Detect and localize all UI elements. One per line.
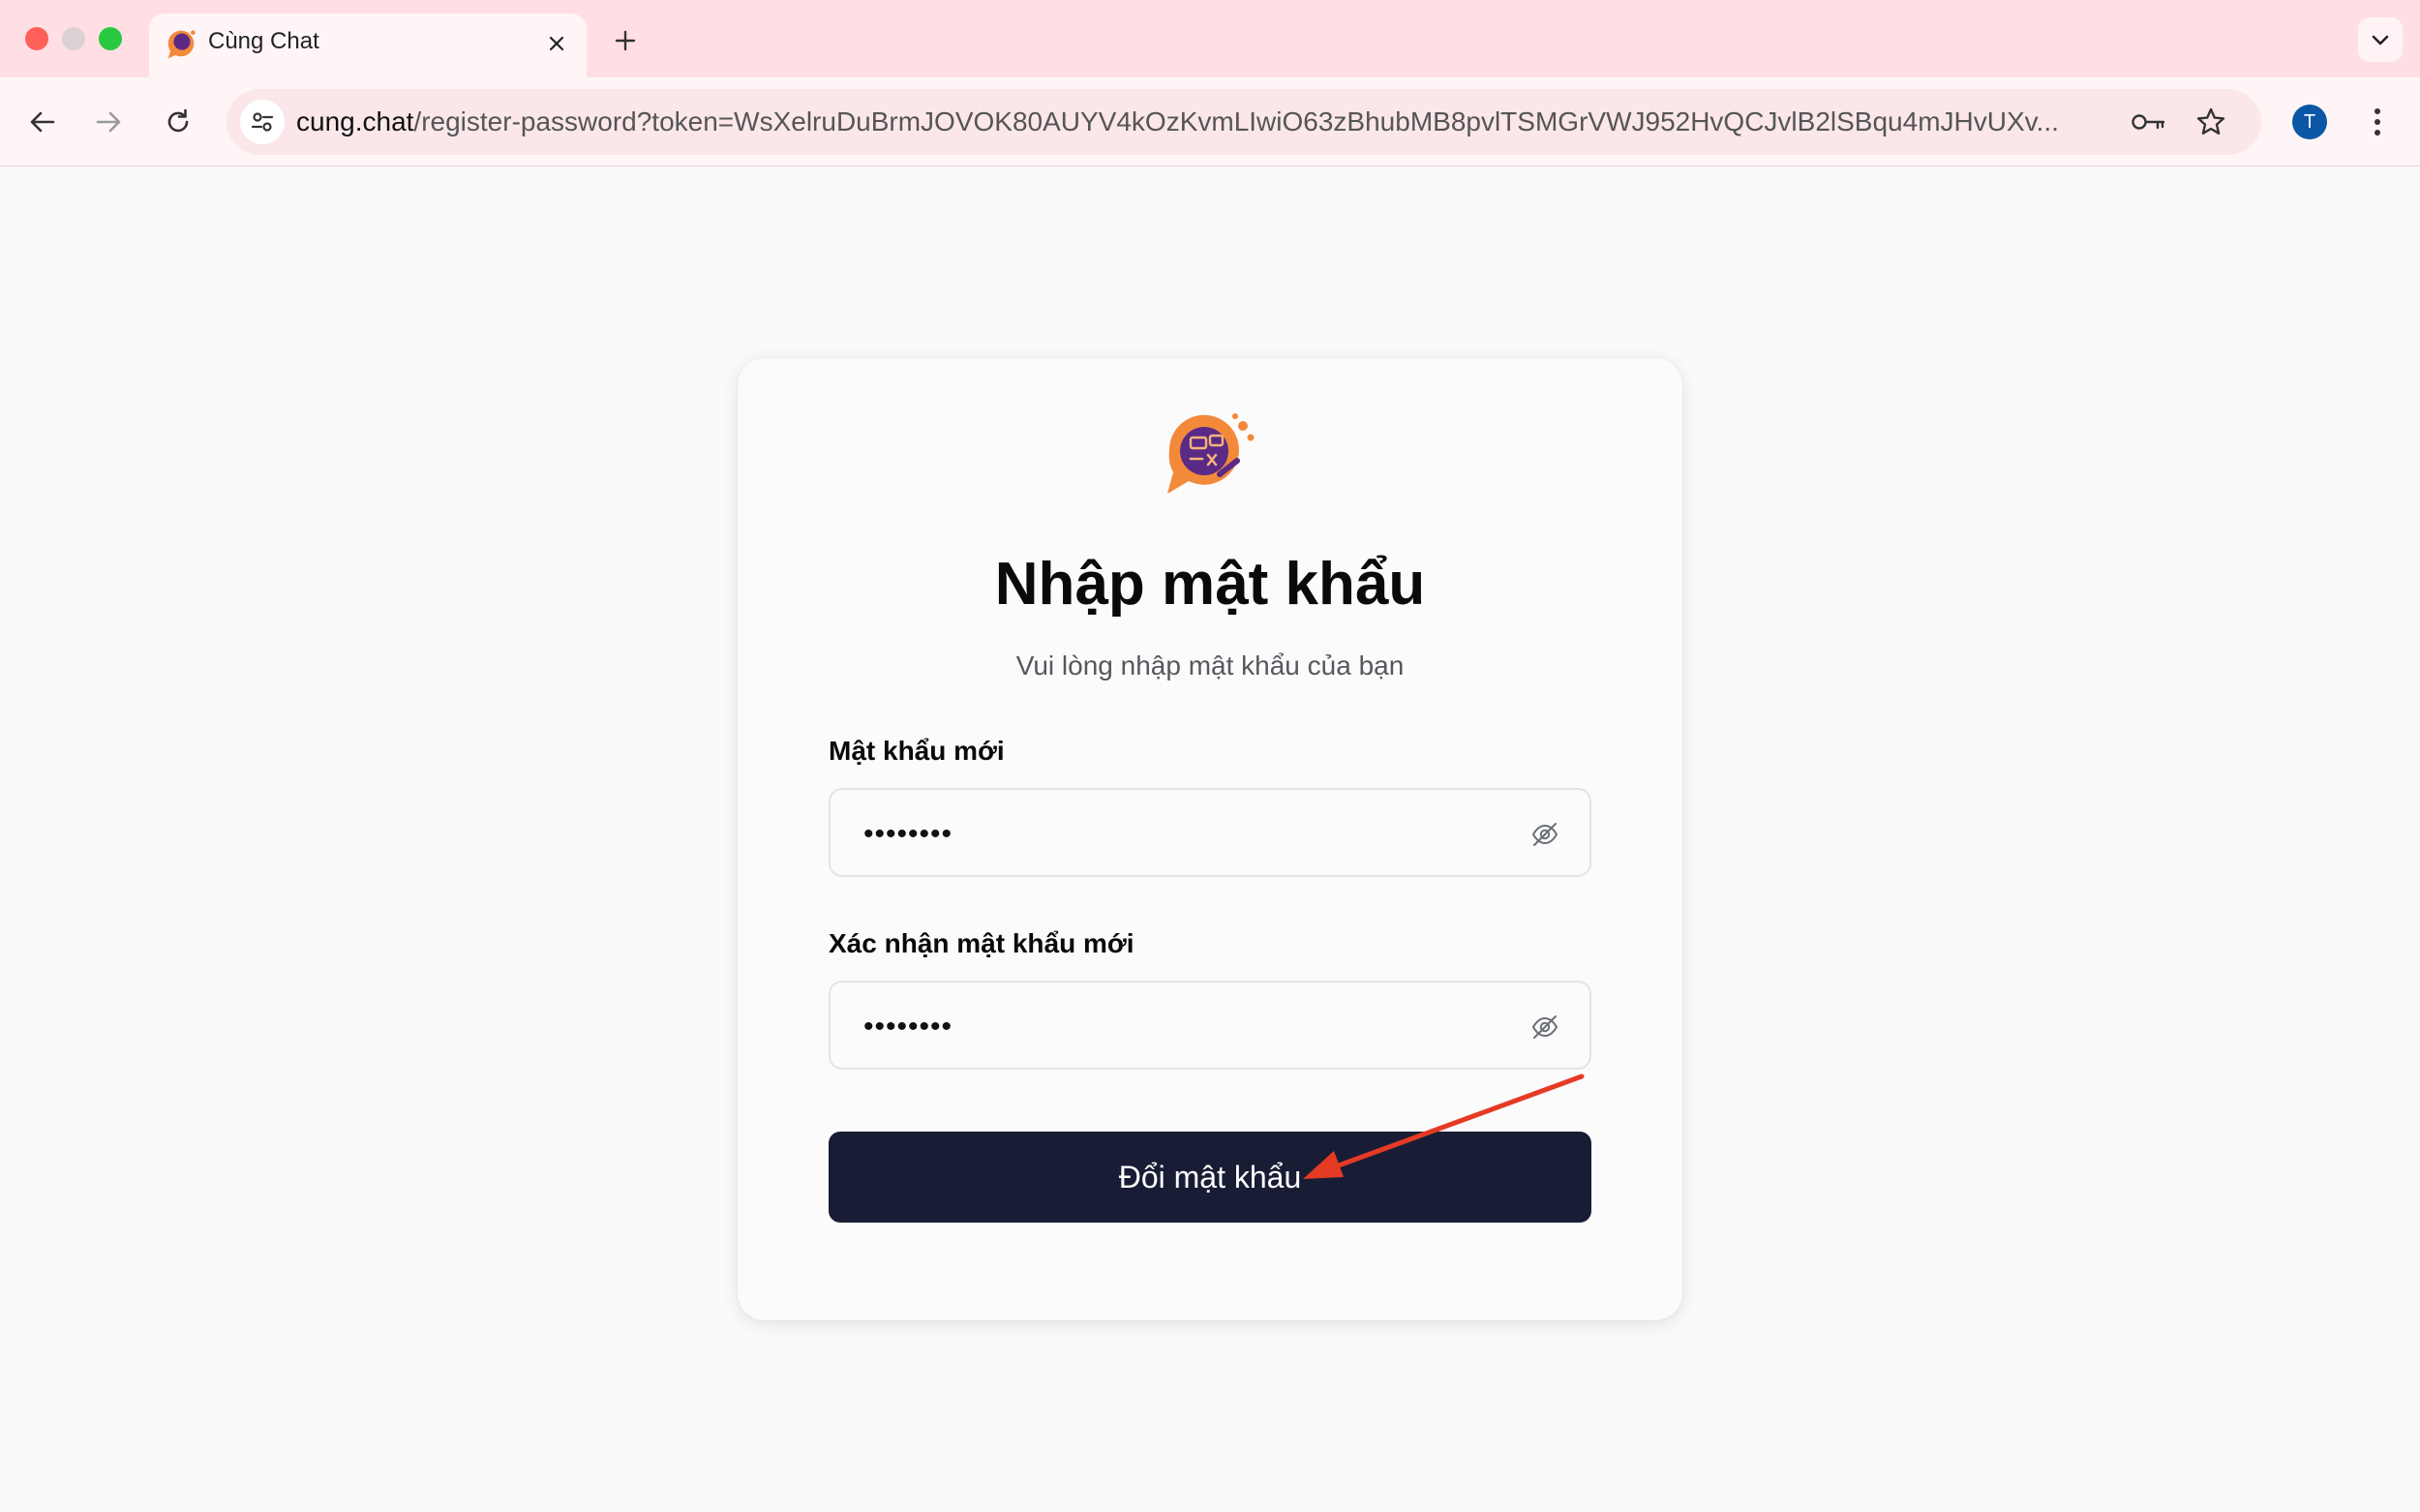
- key-icon[interactable]: [2130, 103, 2168, 141]
- page-title: Nhập mật khẩu: [994, 551, 1426, 618]
- confirm-password-value: ••••••••: [863, 1011, 953, 1043]
- new-tab-plus-icon[interactable]: [606, 21, 645, 60]
- password-card: Nhập mật khẩu Vui lòng nhập mật khẩu của…: [738, 358, 1682, 1320]
- tab-search-chevron-down-icon[interactable]: [2358, 17, 2403, 62]
- window-close-button[interactable]: [25, 27, 48, 50]
- address-bar[interactable]: cung.chat/register-password?token=WsXelr…: [227, 89, 2261, 155]
- browser-titlebar: Cùng Chat: [0, 0, 2420, 77]
- eye-off-icon[interactable]: [1528, 1010, 1562, 1044]
- eye-off-icon[interactable]: [1528, 817, 1562, 852]
- url-text[interactable]: cung.chat/register-password?token=WsXelr…: [296, 106, 2135, 140]
- page-subtitle: Vui lòng nhập mật khẩu của bạn: [1015, 650, 1405, 680]
- url-path: /register-password?token=WsXelruDuBrmJOV…: [413, 106, 2059, 136]
- star-icon[interactable]: [2192, 103, 2230, 141]
- change-password-button[interactable]: Đổi mật khẩu: [829, 1132, 1591, 1223]
- confirm-password-label: Xác nhận mật khẩu mới: [829, 928, 1134, 958]
- site-info-icon[interactable]: [240, 100, 285, 144]
- new-password-input[interactable]: ••••••••: [829, 788, 1591, 877]
- forward-arrow-icon[interactable]: [85, 99, 132, 145]
- browser-toolbar: cung.chat/register-password?token=WsXelr…: [0, 77, 2420, 166]
- window-maximize-button[interactable]: [99, 27, 122, 50]
- url-host: cung.chat: [296, 106, 414, 136]
- profile-avatar[interactable]: T: [2292, 105, 2327, 139]
- reload-icon[interactable]: [155, 99, 201, 145]
- cung-chat-logo: [1167, 413, 1255, 494]
- cung-chat-favicon-icon: [167, 30, 196, 59]
- browser-tab[interactable]: Cùng Chat: [149, 14, 587, 77]
- tab-close-icon[interactable]: [540, 27, 573, 60]
- tab-title: Cùng Chat: [208, 28, 319, 54]
- new-password-label: Mật khẩu mới: [829, 736, 1005, 766]
- new-password-value: ••••••••: [863, 818, 953, 850]
- confirm-password-input[interactable]: ••••••••: [829, 981, 1591, 1070]
- back-arrow-icon[interactable]: [19, 99, 66, 145]
- window-minimize-button[interactable]: [62, 27, 85, 50]
- kebab-menu-icon[interactable]: [2360, 99, 2395, 145]
